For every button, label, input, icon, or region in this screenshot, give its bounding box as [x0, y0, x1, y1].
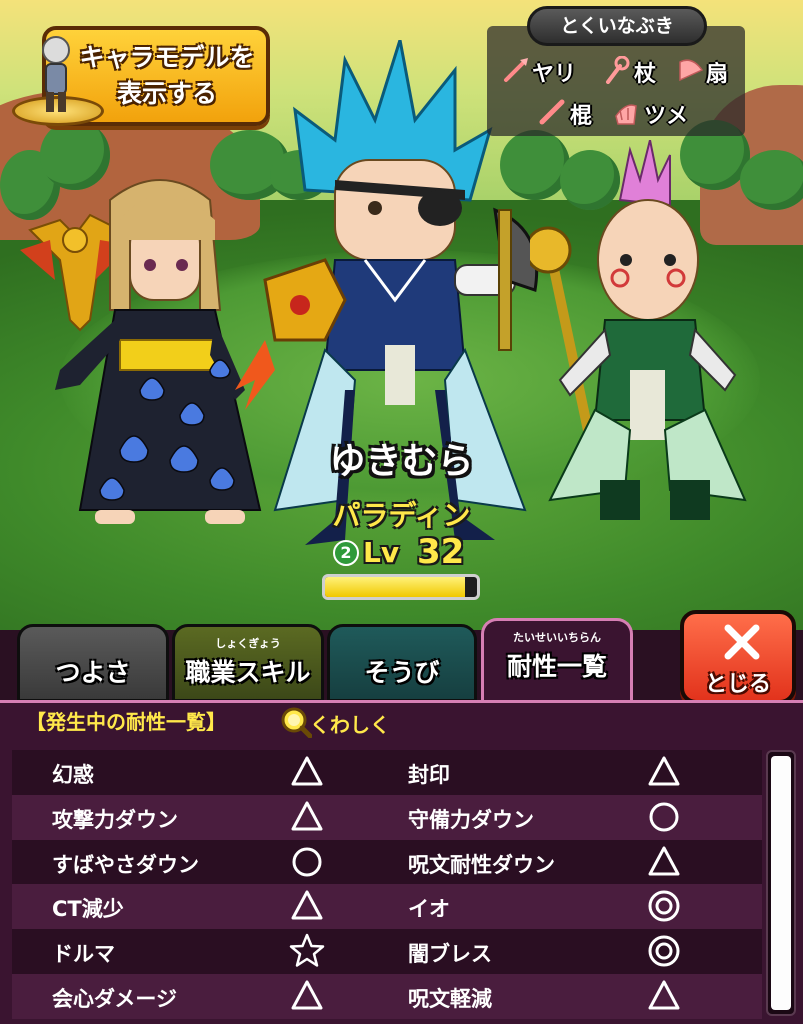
- panel-header: 【発生中の耐性一覧】: [26, 710, 226, 734]
- weapon-label-club: 棍: [570, 104, 593, 129]
- tab-resistance-list[interactable]: たいせいいちらん 耐性一覧: [481, 618, 633, 706]
- model-button-label-line1: キャラモデルを: [79, 43, 255, 72]
- magnifier-icon: [281, 707, 312, 738]
- resistance-name: 闇ブレス: [408, 942, 492, 967]
- table-row: CT減少 イオ: [12, 884, 762, 930]
- scrollbar-thumb[interactable]: [771, 756, 791, 1010]
- triangle-mark-icon: [291, 890, 323, 920]
- resistance-name: イオ: [408, 897, 450, 922]
- details-label: くわしく: [310, 713, 390, 737]
- exp-bar: [322, 574, 480, 600]
- resistance-name: すばやさダウン: [52, 852, 199, 877]
- staff-icon: [606, 56, 630, 84]
- tab-resistance-label: 耐性一覧: [506, 652, 607, 681]
- circle-mark-icon: [292, 847, 322, 877]
- spear-icon: [504, 58, 528, 82]
- triangle-mark-icon: [648, 846, 680, 876]
- special-weapons-title: とくいなぶき: [527, 6, 707, 46]
- exp-bar-fill: [325, 577, 465, 597]
- resistance-name: 呪文軽減: [408, 986, 492, 1011]
- tab-job-skill[interactable]: しょくぎょう 職業スキル: [172, 624, 324, 702]
- double-circle-mark-icon: [648, 935, 680, 967]
- tab-equipment[interactable]: そうび: [327, 624, 477, 702]
- model-button-label-line2: 表示する: [116, 79, 217, 108]
- tab-strength-label: つよさ: [55, 658, 131, 687]
- weapon-label-spear: ヤリ: [532, 62, 577, 87]
- table-row: すばやさダウン 呪文耐性ダウン: [12, 839, 762, 885]
- weapon-label-staff: 杖: [634, 62, 657, 87]
- tab-job-skill-label: 職業スキル: [185, 658, 311, 687]
- triangle-mark-icon: [291, 801, 323, 831]
- close-button[interactable]: とじる: [680, 610, 796, 704]
- model-button-label: キャラモデルを 表示する: [72, 40, 262, 112]
- resistance-table[interactable]: 幻惑 封印攻撃力ダウン 守備力ダウンすばやさダウン 呪文耐性ダウン CT減少 イオドルマ 闇…: [12, 750, 762, 1019]
- star-mark-icon: [289, 933, 325, 967]
- weapon-label-claw: ツメ: [644, 104, 689, 129]
- resistance-name: 守備力ダウン: [408, 807, 534, 832]
- tab-strength[interactable]: つよさ: [17, 624, 169, 702]
- double-circle-mark-icon: [648, 890, 680, 922]
- resistance-name: ドルマ: [52, 942, 115, 967]
- golden-staff: [530, 226, 595, 442]
- tab-resistance-ruby: たいせいいちらん: [513, 631, 601, 644]
- weapon-label-fan: 扇: [706, 62, 729, 87]
- circle-mark-icon: [649, 802, 679, 832]
- resistance-name: 攻撃力ダウン: [52, 807, 178, 832]
- show-character-model-button[interactable]: キャラモデルを 表示する: [12, 26, 270, 130]
- scrollbar[interactable]: [766, 750, 796, 1016]
- claw-icon: [615, 104, 637, 125]
- table-row: 会心ダメージ 呪文軽減: [12, 973, 762, 1019]
- close-button-label: とじる: [704, 672, 771, 697]
- triangle-mark-icon: [291, 756, 323, 786]
- character-job: パラディン: [332, 499, 471, 532]
- triangle-mark-icon: [648, 756, 680, 786]
- resistance-name: 会心ダメージ: [52, 986, 177, 1011]
- resistance-name: 幻惑: [52, 763, 94, 787]
- character-name: ゆきむら: [329, 441, 474, 482]
- triangle-mark-icon: [648, 980, 680, 1010]
- rank-badge: 2: [333, 540, 359, 566]
- club-icon: [539, 99, 565, 125]
- table-row: 攻撃力ダウン 守備力ダウン: [12, 794, 762, 840]
- resistance-name: 封印: [408, 763, 450, 787]
- level-display: 2 Lv 32: [333, 532, 483, 572]
- resistance-name: CT減少: [52, 897, 124, 922]
- table-row: 幻惑 封印: [12, 750, 762, 795]
- tab-equipment-label: そうび: [364, 658, 440, 687]
- level-label: Lv: [363, 536, 400, 569]
- triangle-mark-icon: [291, 980, 323, 1010]
- level-value: 32: [417, 532, 465, 572]
- close-icon: [724, 624, 760, 660]
- table-row: ドルマ 闇ブレス: [12, 929, 762, 974]
- resistance-name: 呪文耐性ダウン: [408, 852, 555, 877]
- tab-job-skill-ruby: しょくぎょう: [215, 637, 281, 650]
- fan-icon: [679, 59, 704, 82]
